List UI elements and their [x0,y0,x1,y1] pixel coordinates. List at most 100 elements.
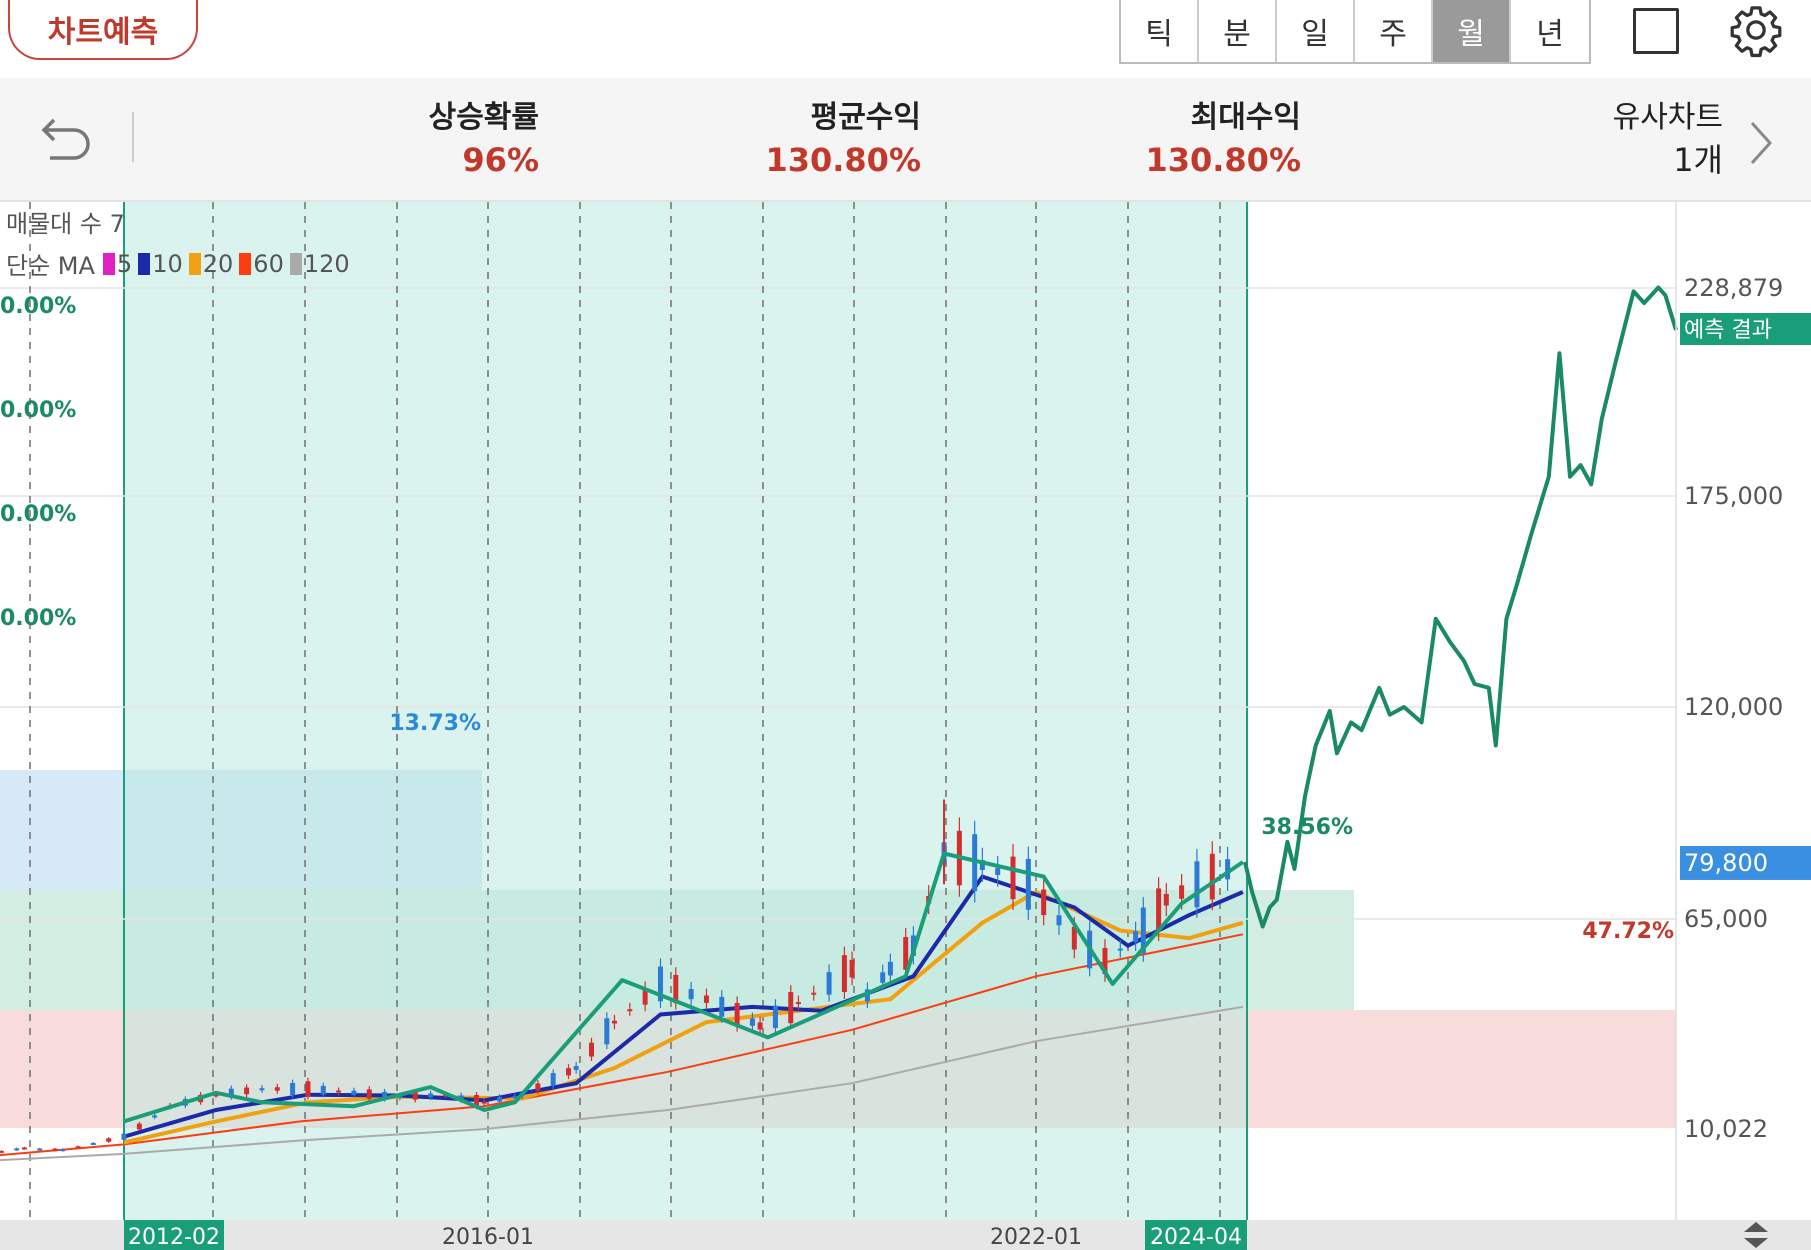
chevron-right-icon[interactable] [1746,118,1776,168]
candle-body [550,1073,556,1086]
y-axis-tick-label: 65,000 [1684,905,1768,933]
candle-body [1163,893,1169,906]
candle-body [259,1088,265,1091]
ma-legend-label: 단순 MA [6,252,95,280]
candle-body [14,1148,20,1151]
tab-month[interactable]: 월 [1433,0,1511,62]
ma-legend-swatch [188,252,201,275]
candle-body [274,1087,280,1091]
candle-body [305,1081,311,1097]
candle-body [1056,915,1062,926]
candle-body [588,1042,594,1057]
y-axis-tick-label: 228,879 [1684,274,1783,302]
stats-bar: 상승확률 96% 평균수익 130.80% 최대수익 130.80% 유사차트 … [0,78,1811,202]
stat-value: 130.80% [1145,141,1301,179]
ma-legend-period: 10 [152,249,183,278]
candle-body [1194,861,1200,908]
candle-body [1041,889,1047,916]
candle-body [320,1085,326,1095]
candle-body [703,995,709,1003]
ma-legend: 단순 MA 5 10 20 60 120 [6,246,354,281]
candle-body [1010,856,1016,900]
candle-body [772,1005,778,1028]
candle-body [60,1149,66,1152]
candle-body [75,1146,81,1149]
candle-body [887,961,893,976]
similar-charts[interactable]: 유사차트 1개 [1613,98,1723,182]
zone-label-red: 47.72% [1582,919,1674,944]
candle-body [719,996,725,1017]
candle-body [90,1143,96,1146]
ma-legend-swatch [138,252,151,275]
candle-body [136,1123,142,1130]
candle-body [0,1150,4,1153]
prediction-badge-label: 예측 결과 [1684,318,1772,343]
back-icon[interactable] [36,108,96,168]
candle-body [1209,853,1215,900]
stat-label: 상승확률 [428,100,539,135]
candle-body [336,1090,342,1093]
candle-body [995,867,1001,876]
fullscreen-icon[interactable] [1633,8,1679,54]
candle-body [688,989,694,1000]
candle-body [481,1101,487,1104]
gear-icon[interactable] [1728,2,1784,58]
stat-value: 130.80% [765,141,921,179]
candle-body [749,1018,755,1026]
zone-label-green: 38.56% [1261,815,1353,840]
left-percent-label: 0.00% [0,606,76,631]
candle-body [826,972,832,995]
x-axis-bar [0,1220,1811,1250]
tab-tick[interactable]: 틱 [1121,0,1199,62]
candle-body [1133,931,1139,942]
candle-body [566,1068,572,1076]
x-axis-label-end: 2024-04 [1150,1225,1242,1250]
left-percent-label: 0.00% [0,502,76,527]
stat-label: 평균수익 [810,100,921,135]
y-axis-tick-label: 120,000 [1684,693,1783,721]
ma-legend-swatch [289,252,302,275]
price-chart[interactable]: 0.00% 0.00% 0.00% 0.00% 13.73% 38.56% 47.72% 2… [0,202,1811,1250]
stat-max-return: 최대수익 130.80% [1145,98,1301,182]
tab-day[interactable]: 일 [1277,0,1355,62]
similar-label: 유사차트 [1612,100,1723,135]
candle-body [627,1009,633,1012]
x-axis-label: 2016-01 [442,1225,534,1250]
ma-legend-period: 60 [253,249,284,278]
ma-legend-period: 20 [202,249,234,278]
stat-value: 96% [462,141,539,179]
current-price-label: 79,800 [1684,849,1768,877]
candle-body [428,1093,434,1098]
tab-year[interactable]: 년 [1511,0,1589,62]
ma-legend-swatch [102,252,115,275]
candle-body [1117,948,1123,951]
ma-legend-period: 120 [303,249,350,278]
candle-body [497,1096,503,1102]
ma-legend-swatch [239,252,252,275]
candle-body [849,959,855,978]
left-percent-label: 0.00% [0,398,76,423]
x-axis-label: 2022-01 [990,1225,1082,1250]
candle-body [366,1089,372,1099]
stat-label: 최대수익 [1190,100,1301,135]
volume-profile-legend: 매물대 수 7 [6,210,125,238]
tab-minute[interactable]: 분 [1199,0,1277,62]
top-bar: 차트예측 틱 분 일 주 월 년 [0,0,1811,78]
candle-body [880,972,886,983]
similar-count: 1개 [1673,141,1723,179]
y-axis-tick-label: 175,000 [1684,482,1783,510]
candle-body [757,1022,763,1030]
x-axis-label-start: 2012-02 [128,1225,220,1250]
candle-body [37,1148,43,1151]
stat-rise-probability: 상승확률 96% [429,98,539,182]
candle-body [351,1090,357,1095]
stat-average-return: 평균수익 130.80% [765,98,921,182]
candle-body [788,992,794,1024]
candle-body [795,1002,801,1005]
tab-week[interactable]: 주 [1355,0,1433,62]
stats-divider [132,112,134,162]
candle-body [1025,858,1031,910]
candle-body [535,1083,541,1091]
left-percent-label: 0.00% [0,294,76,319]
chart-predict-button[interactable]: 차트예측 [8,0,198,60]
